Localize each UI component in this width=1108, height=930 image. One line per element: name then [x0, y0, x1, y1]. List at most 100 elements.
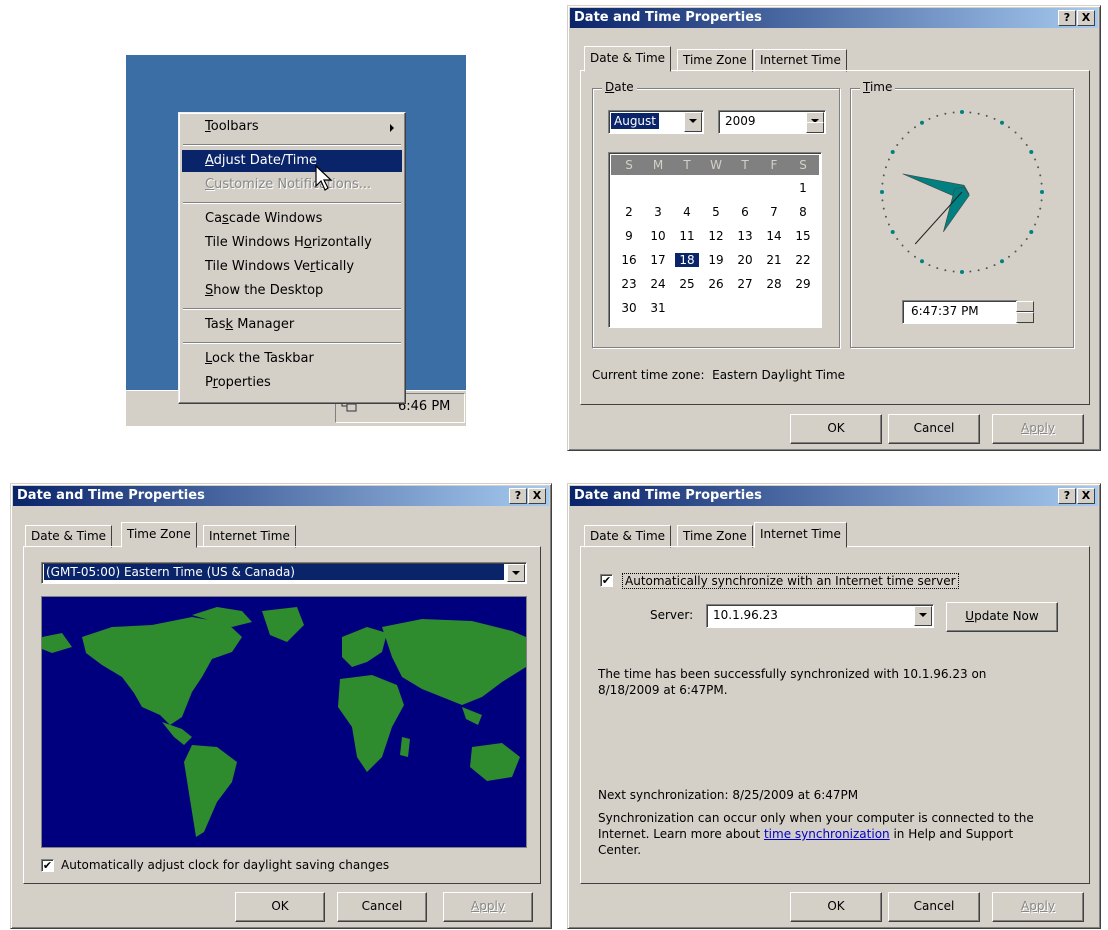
tab-time-zone[interactable]: Time Zone: [121, 522, 197, 548]
weekday-label: M: [652, 158, 664, 172]
year-spinner[interactable]: 2009: [718, 110, 826, 134]
tab-date-time[interactable]: Date & Time: [584, 525, 672, 548]
clock-tick: [1029, 150, 1034, 154]
calendar-day[interactable]: 25: [675, 277, 699, 291]
calendar-day[interactable]: 14: [762, 229, 786, 243]
calendar-day[interactable]: 28: [762, 277, 786, 291]
calendar-day[interactable]: 16: [617, 253, 641, 267]
calendar[interactable]: SMTWTFS 1 2 3 4 5 6 7 8 9 10 11 12 13 14 15 16 17 18 19 20 2…: [608, 152, 822, 328]
calendar-day[interactable]: 13: [733, 229, 757, 243]
menu-item[interactable]: Tile Windows Vertically: [182, 256, 402, 278]
menu-separator: [183, 308, 401, 310]
apply-button[interactable]: Apply: [443, 892, 533, 922]
close-button[interactable]: X: [1077, 488, 1095, 504]
spin-up-icon[interactable]: [1016, 301, 1034, 312]
calendar-day[interactable]: 26: [704, 277, 728, 291]
time-spin-buttons[interactable]: [1016, 301, 1034, 323]
submenu-arrow-icon: [390, 124, 394, 132]
auto-sync-checkbox[interactable]: ✔: [600, 574, 613, 587]
chevron-down-icon[interactable]: [507, 564, 525, 582]
calendar-day[interactable]: 23: [617, 277, 641, 291]
menu-item[interactable]: Tile Windows Horizontally: [182, 232, 402, 254]
menu-item[interactable]: Lock the Taskbar: [182, 348, 402, 370]
title-bar[interactable]: Date and Time Properties ? X: [570, 486, 1098, 506]
cancel-button[interactable]: Cancel: [888, 414, 980, 444]
tab-internet-time[interactable]: Internet Time: [754, 522, 847, 548]
calendar-day[interactable]: 9: [617, 229, 641, 243]
current-time-zone: Current time zone: Eastern Daylight Time: [592, 368, 845, 382]
tab-time-zone[interactable]: Time Zone: [677, 49, 753, 72]
spin-down-icon[interactable]: [1016, 312, 1034, 323]
menu-item[interactable]: Adjust Date/Time: [182, 150, 402, 172]
ok-button[interactable]: OK: [790, 414, 882, 444]
clock-tick: [880, 190, 884, 194]
calendar-day[interactable]: 27: [733, 277, 757, 291]
tab-internet-time[interactable]: Internet Time: [754, 49, 847, 72]
time-zone-value: (GMT-05:00) Eastern Time (US & Canada): [44, 564, 504, 580]
menu-item[interactable]: Cascade Windows: [182, 208, 402, 230]
help-button[interactable]: ?: [1058, 488, 1076, 504]
update-now-button[interactable]: Update Now: [946, 602, 1058, 632]
calendar-day[interactable]: 11: [675, 229, 699, 243]
apply-button[interactable]: Apply: [992, 414, 1084, 444]
clock-tick: [887, 223, 890, 226]
clock-tick: [969, 270, 972, 273]
clock-tick: [985, 267, 988, 270]
time-sync-help-link[interactable]: time synchronization: [764, 827, 890, 841]
cancel-button[interactable]: Cancel: [337, 892, 427, 922]
calendar-day[interactable]: 2: [617, 205, 641, 219]
tab-time-zone[interactable]: Time Zone: [677, 525, 753, 548]
tab-internet-time[interactable]: Internet Time: [203, 525, 296, 548]
chevron-down-icon[interactable]: [684, 112, 702, 132]
time-zone-select[interactable]: (GMT-05:00) Eastern Time (US & Canada): [41, 562, 527, 584]
time-spinner[interactable]: 6:47:37 PM: [902, 300, 1018, 324]
daylight-saving-label[interactable]: Automatically adjust clock for daylight …: [61, 858, 389, 872]
month-select[interactable]: August: [608, 110, 704, 134]
calendar-day[interactable]: 18: [675, 253, 699, 267]
server-select[interactable]: 10.1.96.23: [706, 604, 934, 628]
help-button[interactable]: ?: [1058, 10, 1076, 26]
chevron-down-icon[interactable]: [914, 606, 932, 626]
calendar-day[interactable]: 24: [646, 277, 670, 291]
calendar-day[interactable]: 10: [646, 229, 670, 243]
ok-button[interactable]: OK: [235, 892, 325, 922]
clock-tick: [993, 117, 996, 120]
calendar-day[interactable]: 3: [646, 205, 670, 219]
title-bar[interactable]: Date and Time Properties ? X: [570, 8, 1098, 28]
calendar-day[interactable]: 22: [791, 253, 815, 267]
calendar-day[interactable]: 31: [646, 301, 670, 315]
clock-tick: [928, 264, 931, 267]
menu-item[interactable]: Properties: [182, 372, 402, 394]
calendar-day[interactable]: 5: [704, 205, 728, 219]
spin-down-icon[interactable]: [806, 122, 824, 133]
calendar-day[interactable]: 6: [733, 205, 757, 219]
calendar-day[interactable]: 7: [762, 205, 786, 219]
calendar-day[interactable]: 12: [704, 229, 728, 243]
close-button[interactable]: X: [528, 488, 546, 504]
auto-sync-label[interactable]: Automatically synchronize with an Intern…: [622, 573, 959, 589]
tab-date-time[interactable]: Date & Time: [584, 46, 672, 72]
sync-note: Synchronization can occur only when your…: [598, 810, 1078, 858]
tab-date-time[interactable]: Date & Time: [25, 525, 113, 548]
close-button[interactable]: X: [1077, 10, 1095, 26]
menu-item[interactable]: Task Manager: [182, 314, 402, 336]
menu-item[interactable]: Toolbars: [182, 116, 402, 138]
calendar-day[interactable]: 15: [791, 229, 815, 243]
calendar-day[interactable]: 17: [646, 253, 670, 267]
apply-button[interactable]: Apply: [992, 892, 1084, 922]
title-bar[interactable]: Date and Time Properties ? X: [13, 486, 549, 506]
calendar-day[interactable]: 21: [762, 253, 786, 267]
clock-tick: [1040, 199, 1043, 202]
calendar-day[interactable]: 29: [791, 277, 815, 291]
calendar-day[interactable]: 19: [704, 253, 728, 267]
help-button[interactable]: ?: [509, 488, 527, 504]
calendar-day[interactable]: 4: [675, 205, 699, 219]
menu-item[interactable]: Show the Desktop: [182, 280, 402, 302]
calendar-day[interactable]: 1: [791, 181, 815, 195]
calendar-day[interactable]: 20: [733, 253, 757, 267]
calendar-day[interactable]: 8: [791, 205, 815, 219]
cancel-button[interactable]: Cancel: [888, 892, 980, 922]
daylight-saving-checkbox[interactable]: ✔: [41, 859, 54, 872]
ok-button[interactable]: OK: [790, 892, 882, 922]
calendar-day[interactable]: 30: [617, 301, 641, 315]
